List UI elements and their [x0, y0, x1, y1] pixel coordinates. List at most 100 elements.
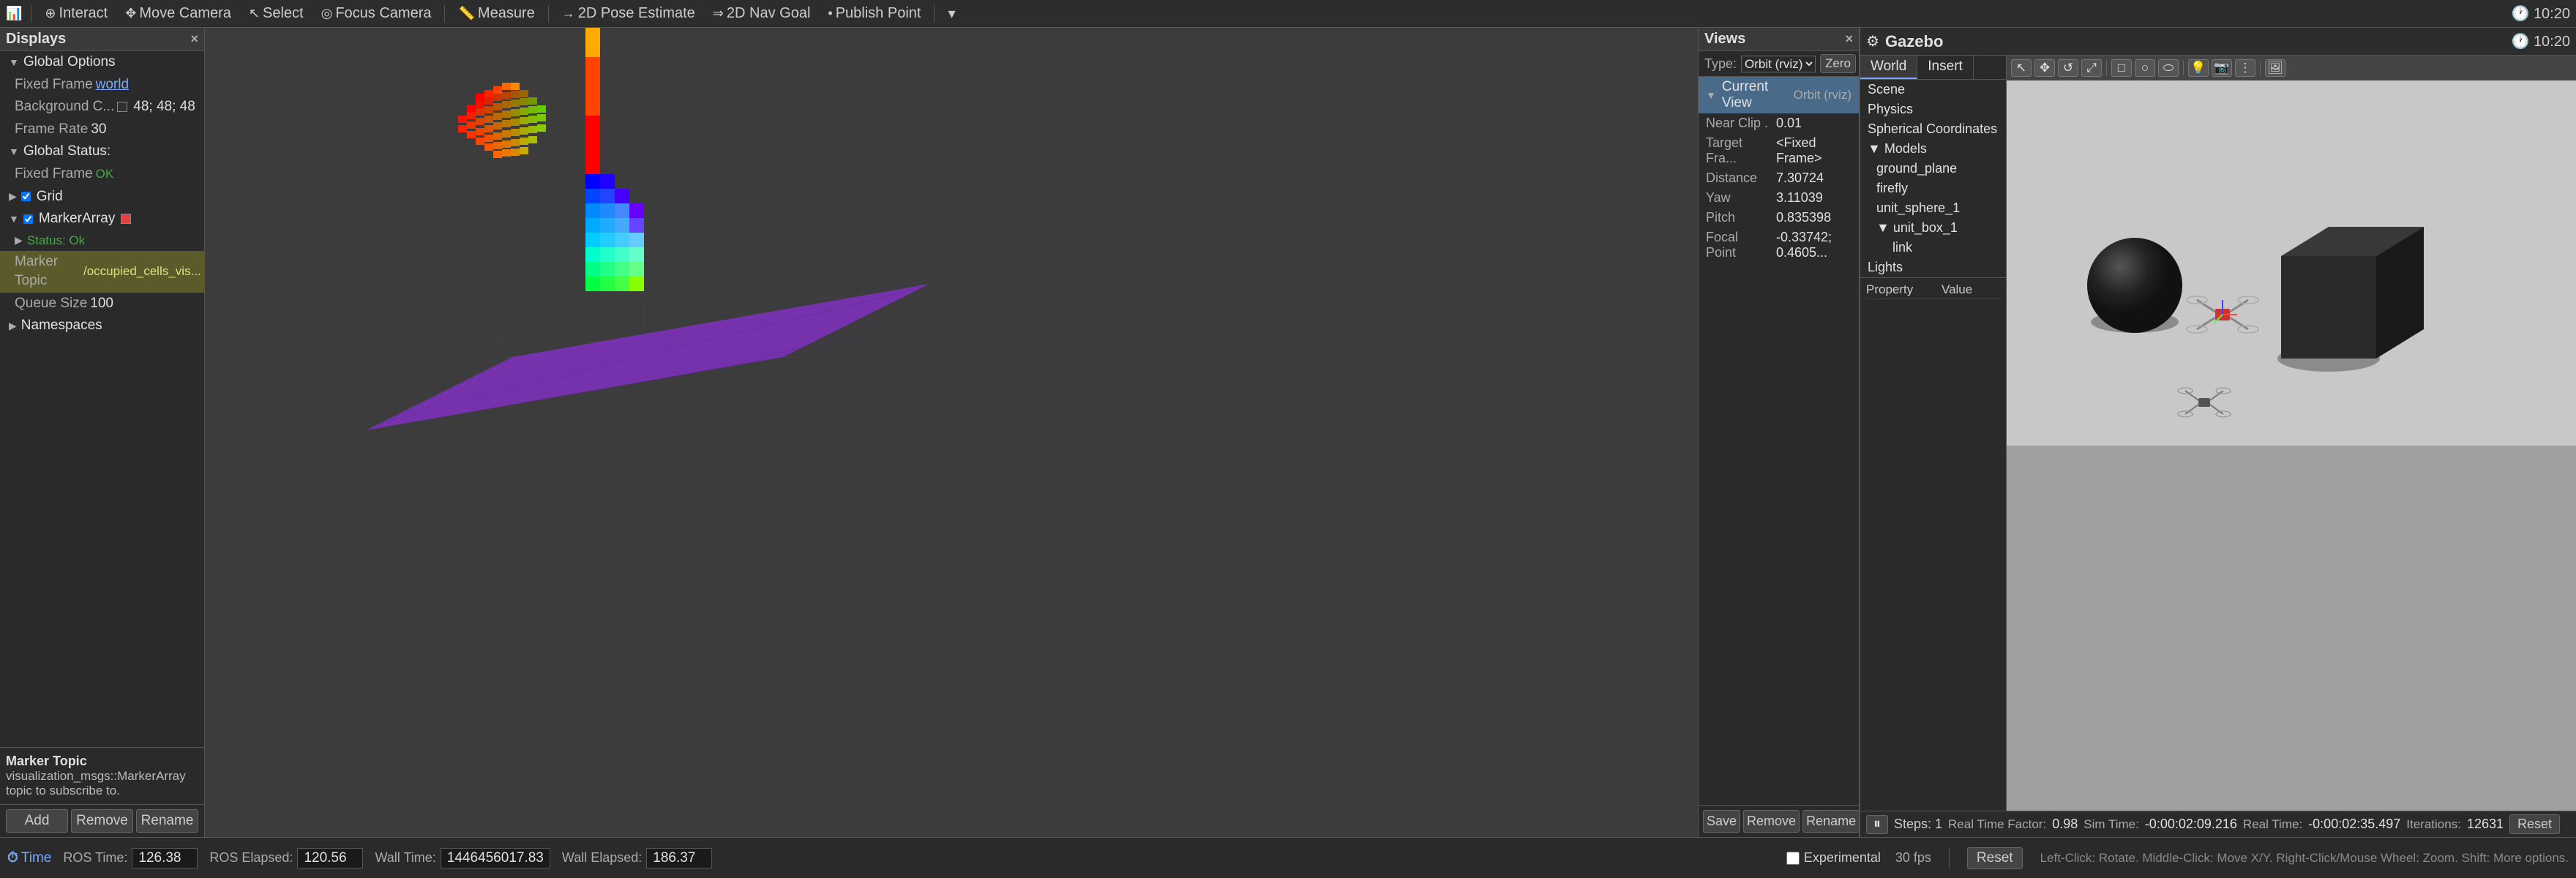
rviz-clock: 🕐 10:20	[2511, 4, 2570, 23]
rename-display-btn[interactable]: Rename	[136, 809, 198, 833]
views-target-row: Target Fra... <Fixed Frame>	[1699, 133, 1859, 168]
gz-screenshot-btn[interactable]: 🖼	[2265, 59, 2285, 77]
gz-real-time-factor-val: 0.98	[2052, 817, 2078, 832]
displays-close-btn[interactable]: ×	[190, 31, 198, 47]
select-label: Select	[263, 5, 304, 22]
gz-scene-item[interactable]: Scene	[1860, 80, 2006, 100]
frame-rate-value: 30	[91, 120, 106, 140]
global-status-item[interactable]: ▼ Global Status:	[0, 140, 204, 163]
gz-link[interactable]: link	[1860, 238, 2006, 258]
background-color-item[interactable]: Background C... 48; 48; 48	[0, 96, 204, 119]
gz-scale-tool[interactable]: ⤢	[2081, 59, 2102, 77]
gz-prop-header: Property Value	[1866, 281, 2000, 299]
interact-btn[interactable]: ⊕ Interact	[40, 4, 112, 23]
interact-icon: ⊕	[45, 6, 56, 21]
views-save-btn[interactable]: Save	[1703, 810, 1740, 833]
app-icon: 📊	[6, 6, 22, 21]
views-near-clip-key: Near Clip .	[1706, 116, 1772, 131]
marker-array-item[interactable]: ▼ MarkerArray	[0, 208, 204, 230]
pose-estimate-btn[interactable]: → 2D Pose Estimate	[558, 4, 700, 23]
gz-rotate-tool[interactable]: ↺	[2058, 59, 2078, 77]
global-options-item[interactable]: ▼ Global Options	[0, 51, 204, 74]
experimental-checkbox[interactable]	[1786, 852, 1800, 865]
move-camera-btn[interactable]: ✥ Move Camera	[121, 4, 236, 23]
gz-lights[interactable]: Lights	[1860, 258, 2006, 277]
publish-label: Publish Point	[836, 5, 921, 22]
gz-sphere-tool[interactable]: ○	[2135, 59, 2155, 77]
status-ok-item[interactable]: ▶ Status: Ok	[0, 230, 204, 251]
gz-iterations-val: 12631	[2467, 817, 2504, 832]
marker-topic-item[interactable]: Marker Topic /occupied_cells_vis...	[0, 251, 204, 293]
views-yaw-row: Yaw 3.11039	[1699, 188, 1859, 208]
focus-camera-btn[interactable]: ◎ Focus Camera	[317, 4, 436, 23]
views-close-btn[interactable]: ×	[1845, 31, 1853, 47]
select-btn[interactable]: ↖ Select	[244, 4, 308, 23]
gz-spherical-item[interactable]: Spherical Coordinates	[1860, 119, 2006, 139]
marker-desc-label: Marker Topic	[6, 754, 198, 769]
views-yaw-key: Yaw	[1706, 190, 1772, 206]
grid-checkbox[interactable]	[21, 192, 31, 201]
views-pitch-key: Pitch	[1706, 210, 1772, 225]
pose-label: 2D Pose Estimate	[578, 5, 695, 22]
frame-rate-item[interactable]: Frame Rate 30	[0, 119, 204, 141]
views-remove-btn[interactable]: Remove	[1743, 810, 1800, 833]
fixed-frame-status-item[interactable]: Fixed Frame OK	[0, 163, 204, 186]
extra-btn[interactable]: ▾	[943, 3, 959, 24]
reset-btn[interactable]: Reset	[1967, 847, 2023, 869]
gz-camera-tool[interactable]: 📷	[2212, 59, 2232, 77]
gz-unit-box[interactable]: ▼ unit_box_1	[1860, 218, 2006, 238]
views-current-view-item[interactable]: ▼ Current View Orbit (rviz)	[1699, 77, 1859, 113]
gz-point-cloud-tool[interactable]: ⋮	[2235, 59, 2255, 77]
gazebo-tabs: World Insert	[1860, 56, 2006, 80]
queue-size-item[interactable]: Queue Size 100	[0, 293, 204, 315]
gz-reset-btn[interactable]: Reset	[2509, 814, 2560, 834]
global-options-arrow: ▼	[9, 56, 19, 70]
gz-ground-plane[interactable]: ground_plane	[1860, 159, 2006, 179]
ros-elapsed-field: ROS Elapsed: 120.56	[209, 848, 363, 868]
gazebo-bottom-bar: ⏸ Steps: 1 Real Time Factor: 0.98 Sim Ti…	[1860, 811, 2576, 837]
marker-array-label: MarkerArray	[39, 209, 116, 229]
gazebo-tab-world[interactable]: World	[1860, 56, 1917, 79]
wall-elapsed-field: Wall Elapsed: 186.37	[562, 848, 712, 868]
nav-goal-btn[interactable]: ⇒ 2D Nav Goal	[708, 4, 815, 23]
measure-btn[interactable]: 📏 Measure	[454, 4, 539, 23]
marker-array-checkbox[interactable]	[23, 214, 33, 224]
add-display-btn[interactable]: Add	[6, 809, 68, 833]
gz-physics-item[interactable]: Physics	[1860, 100, 2006, 119]
views-zero-btn[interactable]: Zero	[1820, 54, 1856, 73]
gazebo-3d-view[interactable]: ↖ ✥ ↺ ⤢ □ ○ ⬭ 💡 📷 ⋮ 🖼	[2007, 56, 2576, 811]
namespaces-label: Namespaces	[21, 316, 102, 336]
gazebo-sidebar: World Insert Scene Physics Spherical Coo…	[1860, 56, 2007, 811]
remove-display-btn[interactable]: Remove	[71, 809, 133, 833]
gz-cylinder-tool[interactable]: ⬭	[2158, 59, 2179, 77]
gz-real-time-factor-label: Real Time Factor:	[1948, 817, 2046, 832]
ros-elapsed-val: 120.56	[297, 848, 363, 868]
gz-translate-tool[interactable]: ✥	[2034, 59, 2055, 77]
pose-icon: →	[562, 6, 575, 21]
gz-select-tool[interactable]: ↖	[2011, 59, 2032, 77]
gz-pause-btn[interactable]: ⏸	[1866, 815, 1888, 834]
namespaces-item[interactable]: ▶ Namespaces	[0, 315, 204, 337]
sep3	[548, 5, 549, 23]
gz-light-tool[interactable]: 💡	[2188, 59, 2209, 77]
views-type-select[interactable]: Orbit (rviz)	[1741, 56, 1816, 72]
fixed-frame-label: Fixed Frame	[15, 75, 93, 95]
gz-unit-sphere[interactable]: unit_sphere_1	[1860, 198, 2006, 218]
gazebo-tab-insert[interactable]: Insert	[1917, 56, 1974, 79]
gz-models-item[interactable]: ▼ Models	[1860, 139, 2006, 159]
gz-prop-col2: Value	[1942, 282, 2000, 297]
publish-point-btn[interactable]: • Publish Point	[823, 4, 925, 23]
nav-icon: ⇒	[713, 6, 724, 21]
gz-box-tool[interactable]: □	[2111, 59, 2132, 77]
time-section: ⏱ Time	[7, 850, 51, 866]
gz-sim-time-label: Sim Time:	[2083, 817, 2139, 832]
ros-time-val: 126.38	[132, 848, 198, 868]
fixed-frame-item[interactable]: Fixed Frame world	[0, 74, 204, 97]
gz-unit-box-arrow: ▼	[1876, 220, 1893, 235]
grid-item[interactable]: ▶ Grid	[0, 186, 204, 209]
rviz-3d-view[interactable]	[205, 28, 1698, 837]
gz-firefly[interactable]: firefly	[1860, 179, 2006, 198]
extra-icon: ▾	[948, 4, 955, 23]
views-pitch-row: Pitch 0.835398	[1699, 208, 1859, 228]
views-rename-btn[interactable]: Rename	[1802, 810, 1860, 833]
